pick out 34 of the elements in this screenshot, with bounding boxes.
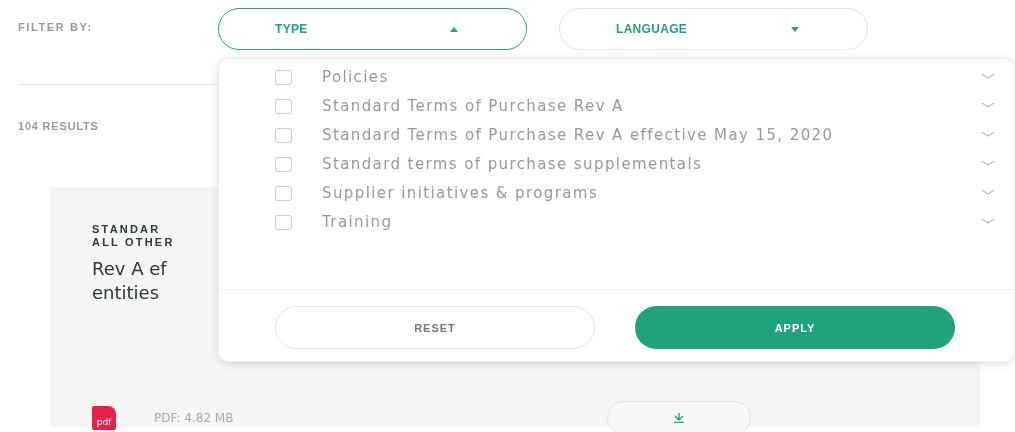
category-label: ALL OTHER xyxy=(92,236,175,249)
chevron-down-icon xyxy=(981,189,995,195)
document-title: entities xyxy=(92,281,160,305)
filter-dropdown[interactable]: LANGUAGE xyxy=(559,8,868,50)
checkbox[interactable] xyxy=(275,186,292,201)
apply-button[interactable]: APPLY xyxy=(635,306,955,349)
checkbox[interactable] xyxy=(275,157,292,172)
filter-label: FILTER BY: xyxy=(18,21,94,33)
chevron-down-icon xyxy=(981,73,995,79)
category-label: STANDAR xyxy=(92,223,161,236)
option-label[interactable]: Training xyxy=(322,212,862,232)
filter-dropdown[interactable]: TYPE xyxy=(218,8,527,50)
checkbox[interactable] xyxy=(275,99,292,114)
results-count: 104 RESULTS xyxy=(18,120,100,132)
chevron-down-icon xyxy=(981,102,995,108)
caret-icon xyxy=(791,26,799,32)
download-icon xyxy=(673,413,686,423)
document-title: Rev A ef xyxy=(92,257,167,281)
option-label[interactable]: Supplier initiatives & programs xyxy=(322,183,862,203)
option-label[interactable]: Policies xyxy=(322,67,862,87)
option-label[interactable]: Standard Terms of Purchase Rev A xyxy=(322,96,862,116)
option-label[interactable]: Standard Terms of Purchase Rev A effective May 15, 2020 xyxy=(322,125,862,145)
chevron-down-icon xyxy=(981,218,995,224)
download-button[interactable] xyxy=(607,401,752,432)
chevron-down-icon xyxy=(981,131,995,137)
reset-button[interactable]: RESET xyxy=(275,306,595,349)
checkbox[interactable] xyxy=(275,215,292,230)
file-info: PDF: 4.82 MB xyxy=(154,411,234,425)
chevron-down-icon xyxy=(981,160,995,166)
caret-icon xyxy=(450,26,458,32)
option-label[interactable]: Standard terms of purchase supplementals xyxy=(322,154,862,174)
checkbox[interactable] xyxy=(275,70,292,85)
file-type-badge: pdf xyxy=(92,406,116,430)
checkbox[interactable] xyxy=(275,128,292,143)
